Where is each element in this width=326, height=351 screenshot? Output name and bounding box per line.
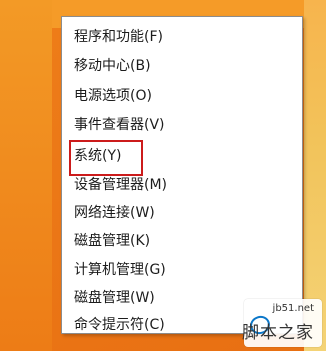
watermark-site-name: 脚本之家 [242, 323, 314, 343]
menu-item-disk-management[interactable]: 磁盘管理(K) [74, 231, 150, 251]
watermark-url: jb51.net [272, 303, 314, 314]
menu-item-network-connections[interactable]: 网络连接(W) [74, 203, 155, 223]
menu-item-computer-management[interactable]: 计算机管理(G) [74, 260, 166, 280]
menu-item-programs-features[interactable]: 程序和功能(F) [74, 27, 163, 47]
watermark: jb51.net 脚本之家 [242, 299, 322, 347]
menu-item-mobility-center[interactable]: 移动中心(B) [74, 56, 151, 76]
selected-item-highlight [69, 140, 143, 176]
context-menu: 程序和功能(F) 移动中心(B) 电源选项(O) 事件查看器(V) 系统(Y) … [61, 16, 303, 334]
menu-item-device-manager[interactable]: 设备管理器(M) [74, 175, 167, 195]
menu-item-disk-management-2[interactable]: 磁盘管理(W) [74, 288, 155, 308]
menu-item-power-options[interactable]: 电源选项(O) [74, 86, 152, 106]
menu-item-event-viewer[interactable]: 事件查看器(V) [74, 115, 165, 135]
desktop-left-panel [0, 0, 52, 351]
menu-item-command-prompt[interactable]: 命令提示符(C) [74, 315, 165, 335]
